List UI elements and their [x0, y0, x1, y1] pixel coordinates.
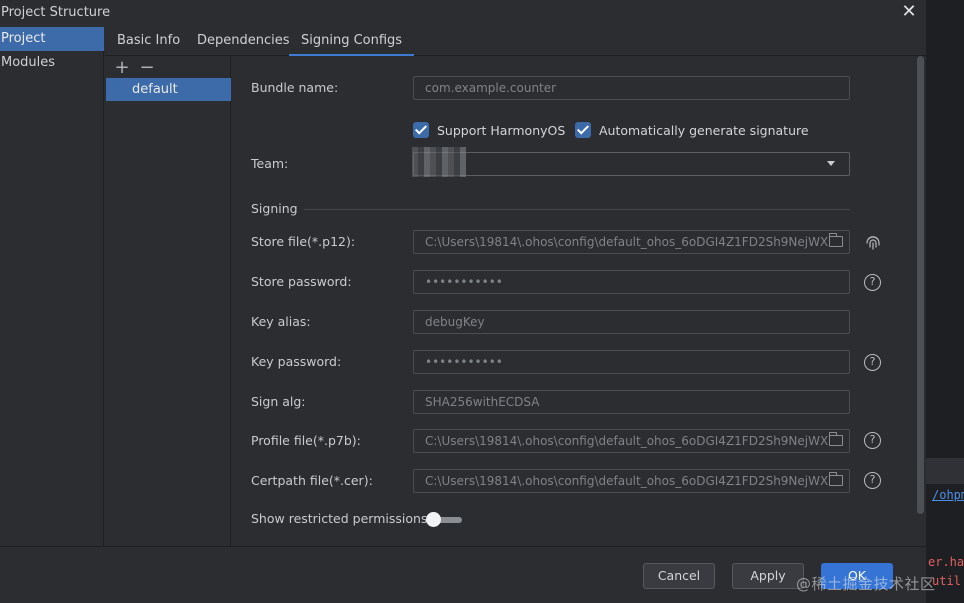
certpath-file-help-icon[interactable]: ? — [864, 472, 881, 489]
left-nav: Project Modules — [0, 27, 104, 546]
key-alias-label: Key alias: — [251, 314, 311, 329]
store-file-value: C:\Users\19814\.ohos\config\default_ohos… — [425, 235, 836, 249]
team-label: Team: — [251, 156, 289, 171]
chevron-down-icon — [827, 161, 835, 166]
add-config-icon[interactable]: + — [113, 58, 131, 78]
content-area: Basic Info Dependencies Signing Configs … — [105, 27, 926, 546]
team-dropdown[interactable] — [412, 147, 850, 177]
sign-alg-input[interactable]: SHA256withECDSA — [413, 390, 850, 414]
support-harmonyos-checkbox[interactable] — [413, 122, 429, 138]
editor-code-text-2: util — [932, 574, 961, 588]
folder-icon[interactable] — [829, 472, 843, 486]
title-bar: Project Structure ✕ — [0, 0, 926, 27]
signing-section-title: Signing — [251, 201, 298, 216]
section-divider — [304, 209, 850, 210]
profile-file-label: Profile file(*.p7b): — [251, 433, 361, 448]
bundle-name-label: Bundle name: — [251, 80, 339, 95]
editor-code-text: er.har — [928, 555, 964, 569]
folder-icon[interactable] — [829, 432, 843, 446]
editor-background: /ohpm er.har util — [926, 0, 964, 603]
fingerprint-icon[interactable] — [864, 233, 882, 251]
store-file-input[interactable]: C:\Users\19814\.ohos\config\default_ohos… — [413, 230, 850, 254]
store-password-help-icon[interactable]: ? — [864, 274, 881, 291]
profile-file-input[interactable]: C:\Users\19814\.ohos\config\default_ohos… — [413, 429, 850, 453]
nav-item-modules[interactable]: Modules — [0, 51, 104, 75]
project-structure-dialog: Project Structure ✕ Project Modules Basi… — [0, 0, 926, 603]
profile-file-help-icon[interactable]: ? — [864, 432, 881, 449]
tab-signing-configs[interactable]: Signing Configs — [289, 27, 415, 56]
tab-dependencies[interactable]: Dependencies — [185, 27, 302, 56]
key-password-help-icon[interactable]: ? — [864, 354, 881, 371]
auto-signature-checkbox[interactable] — [575, 122, 591, 138]
remove-config-icon[interactable]: − — [138, 58, 156, 78]
certpath-file-input[interactable]: C:\Users\19814\.ohos\config\default_ohos… — [413, 469, 850, 493]
sign-alg-label: Sign alg: — [251, 394, 306, 409]
signing-form: Bundle name: com.example.counter Support… — [232, 56, 926, 546]
toggle-knob — [426, 512, 441, 527]
editor-link-text: /ohpm — [932, 488, 964, 502]
tab-basic-info[interactable]: Basic Info — [105, 27, 192, 56]
cancel-button[interactable]: Cancel — [643, 563, 715, 589]
certpath-file-value: C:\Users\19814\.ohos\config\default_ohos… — [425, 474, 836, 488]
dialog-title: Project Structure — [1, 5, 111, 20]
dialog-footer: Cancel Apply OK — [0, 546, 926, 603]
certpath-file-label: Certpath file(*.cer): — [251, 473, 373, 488]
auto-signature-label: Automatically generate signature — [599, 123, 809, 138]
bundle-name-input[interactable]: com.example.counter — [413, 76, 850, 100]
support-harmonyos-label: Support HarmonyOS — [437, 123, 566, 138]
tab-bar: Basic Info Dependencies Signing Configs — [105, 27, 926, 56]
editor-highlight-band — [926, 458, 964, 484]
store-password-input[interactable]: ••••••••••• — [413, 270, 850, 294]
key-password-label: Key password: — [251, 354, 342, 369]
apply-button[interactable]: Apply — [732, 563, 804, 589]
key-password-input[interactable]: ••••••••••• — [413, 350, 850, 374]
form-scrollbar[interactable] — [917, 56, 924, 514]
team-avatar-pixelated — [412, 147, 466, 177]
restricted-permissions-toggle[interactable] — [426, 512, 462, 527]
restricted-permissions-label: Show restricted permissions — [251, 511, 428, 526]
store-file-label: Store file(*.p12): — [251, 234, 356, 249]
signing-config-list: + − default — [105, 56, 231, 546]
close-icon[interactable]: ✕ — [899, 2, 919, 22]
profile-file-value: C:\Users\19814\.ohos\config\default_ohos… — [425, 434, 836, 448]
watermark: @稀土掘金技术社区 — [796, 575, 936, 593]
config-item-default[interactable]: default — [106, 78, 231, 101]
store-password-label: Store password: — [251, 274, 352, 289]
key-alias-input[interactable]: debugKey — [413, 310, 850, 334]
nav-item-project[interactable]: Project — [0, 27, 104, 51]
folder-icon[interactable] — [829, 233, 843, 247]
